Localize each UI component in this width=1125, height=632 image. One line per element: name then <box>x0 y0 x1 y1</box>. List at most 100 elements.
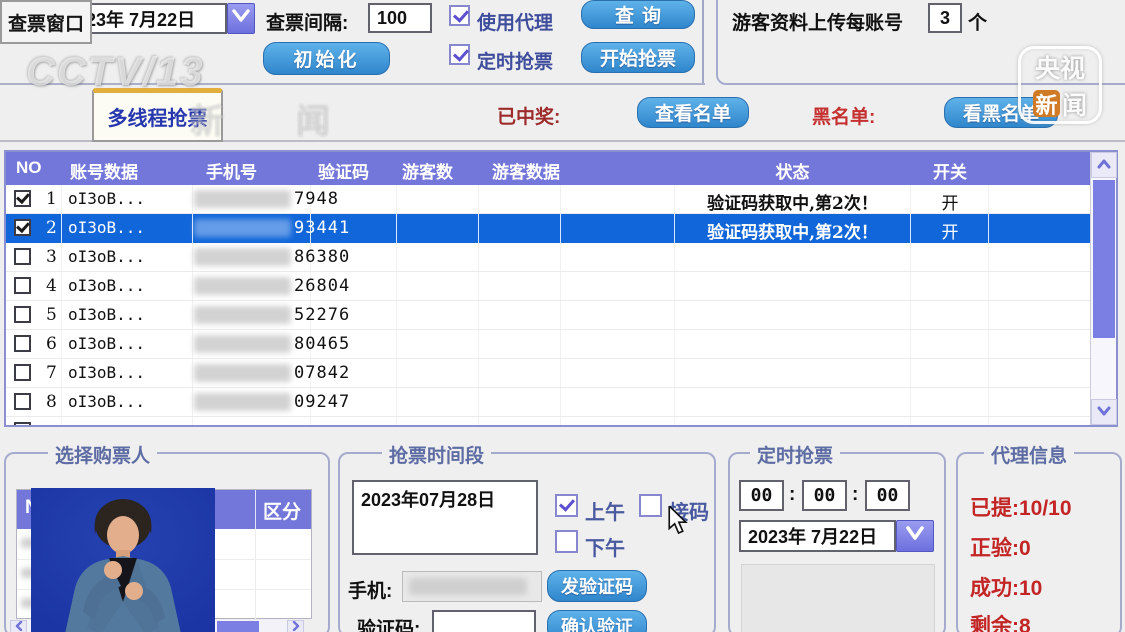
blacklist-label: 黑名单: <box>812 102 875 129</box>
phone-input[interactable] <box>402 571 542 602</box>
account-cell: oI3oB... <box>68 247 145 266</box>
confirm-captcha-button[interactable]: 确认验证 <box>547 610 647 632</box>
table-row[interactable]: 7 oI3oB... 07842 <box>6 359 1090 388</box>
pm-checkbox[interactable] <box>555 530 578 553</box>
table-row[interactable]: 6 oI3oB... 80465 <box>6 330 1090 359</box>
switch-cell: 开 <box>912 218 988 243</box>
account-cell: oI3oB... <box>68 363 145 382</box>
row-number: 6 <box>46 334 57 354</box>
cctv-news-badge: 央视 新 闻 <box>1018 46 1102 124</box>
phone-input-redaction <box>409 578 527 595</box>
init-button[interactable]: 初始化 <box>263 42 390 75</box>
start-grab-button[interactable]: 开始抢票 <box>581 42 695 73</box>
table-scrollbar[interactable] <box>1090 152 1116 425</box>
account-cell: oI3oB... <box>68 276 145 295</box>
row-number: 7 <box>46 363 57 383</box>
row-checkbox[interactable] <box>14 422 31 425</box>
col-visitor-data: 游客数据 <box>492 158 560 183</box>
status-cell: 验证码获取中,第2次！ <box>676 189 909 214</box>
scroll-right-button[interactable] <box>287 620 304 632</box>
col-account: 账号数据 <box>70 158 138 183</box>
tab-check-window[interactable]: 查票窗口 <box>0 0 92 44</box>
phone-redaction <box>194 306 291 324</box>
account-cell: oI3oB... <box>68 334 145 353</box>
phone-cell: 26804 <box>294 276 350 296</box>
account-cell: oI3oB... <box>68 218 145 237</box>
proxy-info-panel: 代理信息 已提:10/10 正验:0 成功:10 剩余:8 <box>956 452 1122 632</box>
proxy-verifying: 正验:0 <box>970 532 1031 562</box>
phone-cell: 7948 <box>294 189 339 209</box>
table-row-selected[interactable]: 2 oI3oB... 93441 验证码获取中,第2次！ 开 <box>6 214 1090 243</box>
am-label: 上午 <box>585 496 625 525</box>
scrollbar-thumb[interactable] <box>1093 180 1115 338</box>
scroll-up-button[interactable] <box>1091 152 1117 178</box>
mouse-cursor <box>666 506 692 541</box>
timer-date-select[interactable]: 2023年 7月22日 <box>739 520 896 552</box>
query-button[interactable]: 查询 <box>581 0 695 29</box>
chevron-right-icon <box>292 618 300 632</box>
phone-redaction <box>194 364 291 382</box>
timer-hour-input[interactable]: 00 <box>739 480 784 511</box>
timer-second-input[interactable]: 00 <box>865 480 910 511</box>
row-number: 8 <box>46 392 57 412</box>
use-proxy-checkbox[interactable] <box>449 5 470 26</box>
row-checkbox[interactable] <box>14 306 31 323</box>
send-code-button[interactable]: 发验证码 <box>547 570 647 602</box>
am-checkbox[interactable] <box>555 494 578 517</box>
table-row[interactable]: 5 oI3oB... 52276 <box>6 301 1090 330</box>
chevron-down-icon <box>1097 403 1111 421</box>
chevron-left-icon <box>15 618 23 632</box>
use-proxy-label: 使用代理 <box>477 8 553 35</box>
hscrollbar-thumb[interactable] <box>217 621 259 632</box>
scroll-left-button[interactable] <box>10 620 27 632</box>
buyer-gridline <box>255 529 256 620</box>
phone-cell: 86380 <box>294 247 350 267</box>
row-checkbox[interactable] <box>14 335 31 352</box>
phone-redaction <box>194 219 291 237</box>
table-row-partial[interactable] <box>6 417 1090 425</box>
col-captcha: 验证码 <box>318 158 369 183</box>
visitor-upload-unit: 个 <box>968 8 987 35</box>
phone-redaction <box>194 393 291 411</box>
chevron-up-icon <box>1097 156 1111 174</box>
row-checkbox[interactable] <box>14 190 31 207</box>
phone-cell: 80465 <box>294 334 350 354</box>
scroll-down-button[interactable] <box>1091 399 1117 425</box>
table-row[interactable]: 8 oI3oB... 09247 <box>6 388 1090 417</box>
grab-time-panel: 抢票时间段 2023年07月28日 上午 接码 下午 手机: 发验证码 验证码:… <box>338 452 716 632</box>
phone-redaction <box>194 248 291 266</box>
row-checkbox[interactable] <box>14 393 31 410</box>
chevron-down-icon <box>232 9 250 28</box>
account-cell: oI3oB... <box>68 305 145 324</box>
grab-date-input[interactable]: 2023年07月28日 <box>352 480 538 555</box>
timer-panel: 定时抢票 00 : 00 : 00 2023年 7月22日 <box>728 452 946 632</box>
phone-label: 手机: <box>348 576 392 603</box>
timer-date-dropdown-button[interactable] <box>896 520 934 552</box>
account-cell: oI3oB... <box>68 189 145 208</box>
table-row[interactable]: 4 oI3oB... 26804 <box>6 272 1090 301</box>
date-dropdown-button[interactable] <box>227 3 255 34</box>
interval-input[interactable]: 100 <box>368 3 432 33</box>
buyer-panel-title: 选择购票人 <box>48 441 157 468</box>
proxy-panel-title: 代理信息 <box>984 441 1074 468</box>
col-phone: 手机号 <box>206 158 257 183</box>
timed-grab-checkbox[interactable] <box>449 44 470 65</box>
receive-code-checkbox[interactable] <box>639 494 662 517</box>
row-checkbox[interactable] <box>14 277 31 294</box>
captcha-input[interactable] <box>432 610 536 632</box>
proxy-success: 成功:10 <box>970 572 1042 602</box>
row-checkbox[interactable] <box>14 364 31 381</box>
view-winner-list-button[interactable]: 查看名单 <box>637 97 749 128</box>
col-status: 状态 <box>676 158 909 183</box>
phone-redaction <box>194 190 291 208</box>
visitor-upload-input[interactable]: 3 <box>928 3 962 33</box>
captcha-label: 验证码: <box>357 614 420 632</box>
table-row[interactable]: 1 oI3oB... 7948 验证码获取中,第2次！ 开 <box>6 185 1090 214</box>
badge-text-top: 央视 <box>1035 49 1085 85</box>
timer-minute-input[interactable]: 00 <box>802 480 847 511</box>
phone-redaction <box>194 277 291 295</box>
accounts-table-body: 1 oI3oB... 7948 验证码获取中,第2次！ 开 2 oI3oB...… <box>6 185 1090 425</box>
row-checkbox[interactable] <box>14 248 31 265</box>
table-row[interactable]: 3 oI3oB... 86380 <box>6 243 1090 272</box>
row-checkbox[interactable] <box>14 219 31 236</box>
